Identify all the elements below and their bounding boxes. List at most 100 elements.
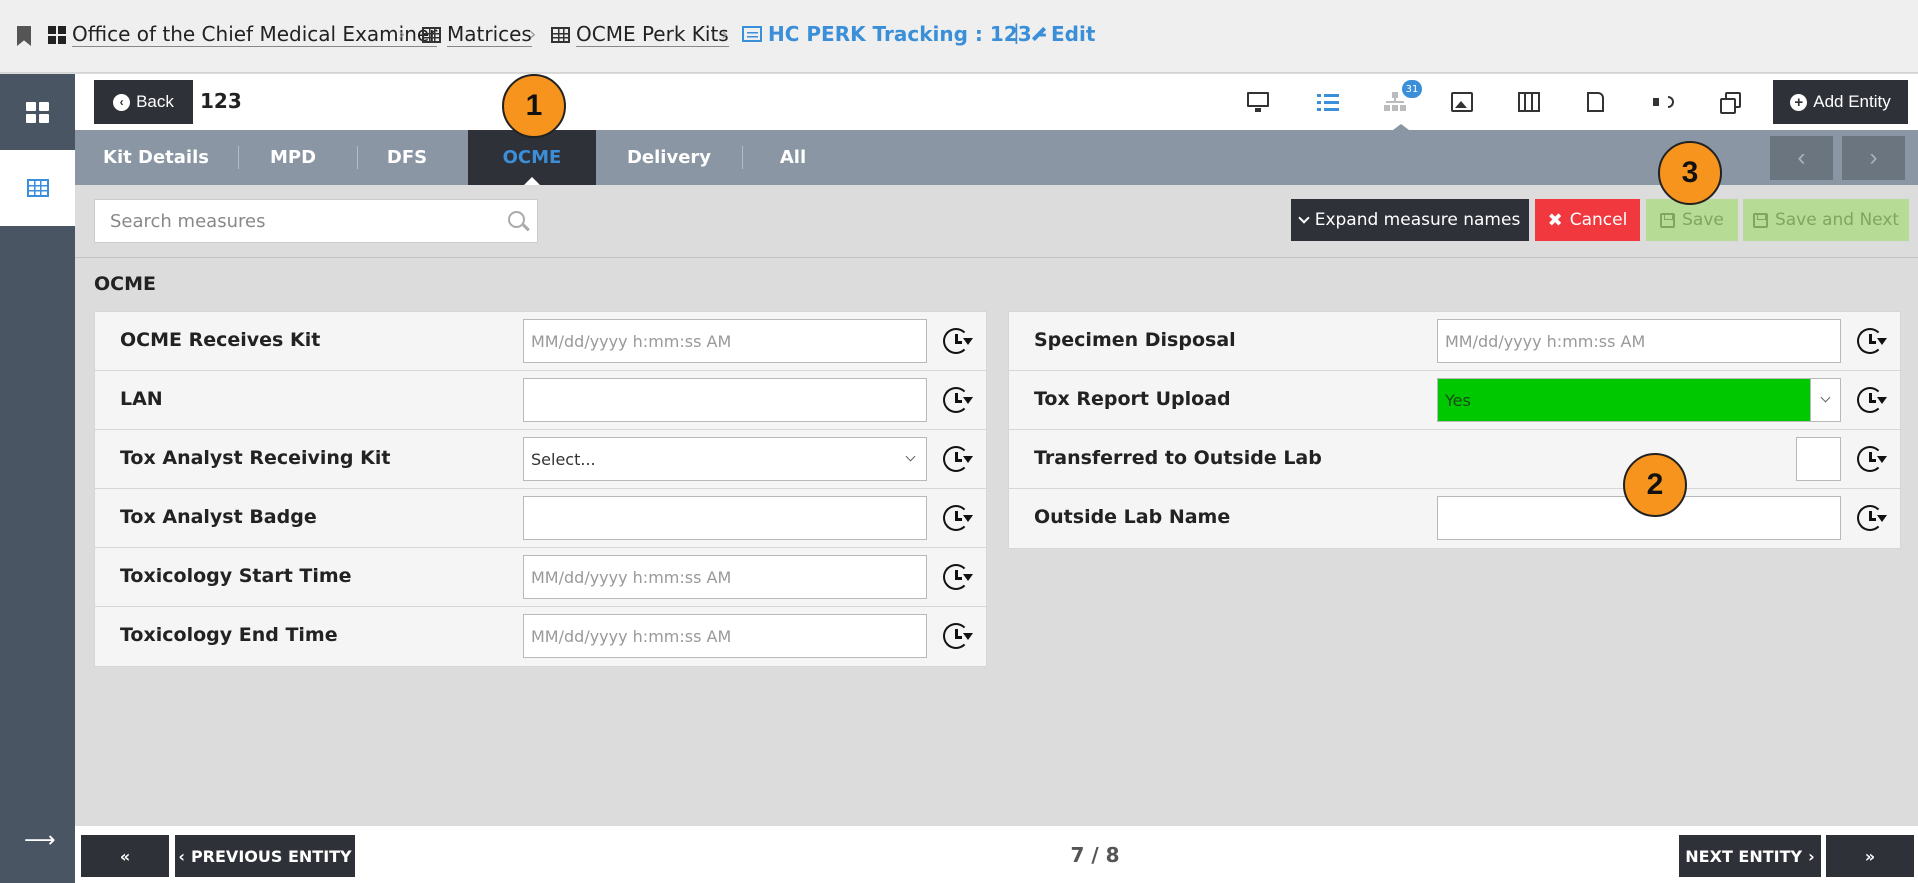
- history-icon[interactable]: [941, 385, 973, 417]
- tab-all[interactable]: All: [743, 130, 843, 185]
- add-entity-button[interactable]: + Add Entity: [1773, 80, 1908, 124]
- prev-page-button[interactable]: ‹: [1770, 136, 1833, 180]
- cancel-label: Cancel: [1569, 210, 1628, 230]
- measure-row: Tox Analyst Badge: [95, 489, 986, 548]
- tab-mpd[interactable]: MPD: [239, 130, 347, 185]
- section-title: OCME: [94, 273, 156, 295]
- measure-label: Outside Lab Name: [1034, 506, 1231, 528]
- chevron-down-icon[interactable]: [1810, 379, 1840, 421]
- pencil-icon: [1032, 27, 1046, 41]
- measure-label: Tox Report Upload: [1034, 388, 1231, 410]
- close-icon: ✖: [1547, 209, 1563, 231]
- plus-icon: +: [1790, 93, 1808, 111]
- monitor-icon[interactable]: [1247, 92, 1269, 112]
- measure-row: Tox Analyst Receiving Kit Select...: [95, 430, 986, 489]
- tab-delivery[interactable]: Delivery: [596, 130, 742, 185]
- breadcrumb-pipe: |: [1013, 20, 1020, 44]
- measure-row: Transferred to Outside Lab: [1009, 430, 1900, 489]
- expand-measure-names-button[interactable]: Expand measure names: [1291, 199, 1529, 241]
- tab-bar: Kit Details MPD DFS OCME Delivery All ‹ …: [75, 130, 1918, 185]
- transferred-outside-lab-checkbox[interactable]: [1796, 437, 1841, 481]
- action-row: Expand measure names ✖ Cancel Save Save …: [75, 185, 1918, 258]
- search-icon[interactable]: [508, 211, 525, 228]
- next-entity-button[interactable]: NEXT ENTITY ›: [1679, 835, 1821, 877]
- rail-dashboard-button[interactable]: [0, 74, 75, 150]
- callout-marker: 2: [1623, 453, 1687, 517]
- ocme-receives-kit-input[interactable]: MM/dd/yyyy h:mm:ss AM: [523, 319, 927, 363]
- measure-label: Toxicology End Time: [120, 624, 338, 646]
- save-and-next-button[interactable]: Save and Next: [1743, 199, 1909, 241]
- table-icon: [551, 26, 570, 43]
- film-icon[interactable]: [1518, 92, 1540, 112]
- file-icon[interactable]: [1587, 92, 1604, 112]
- image-icon[interactable]: [1451, 92, 1473, 112]
- specimen-disposal-input[interactable]: MM/dd/yyyy h:mm:ss AM: [1437, 319, 1841, 363]
- history-icon[interactable]: [1855, 444, 1887, 476]
- chevron-right-icon: ›: [398, 24, 406, 45]
- lan-input[interactable]: [523, 378, 927, 422]
- measure-row: Toxicology Start Time MM/dd/yyyy h:mm:ss…: [95, 548, 986, 607]
- history-icon[interactable]: [941, 444, 973, 476]
- history-icon[interactable]: [941, 562, 973, 594]
- edit-link[interactable]: Edit: [1032, 22, 1095, 46]
- breadcrumb-label[interactable]: Office of the Chief Medical Examiner: [72, 22, 438, 47]
- previous-entity-label: PREVIOUS ENTITY: [190, 846, 352, 866]
- edit-label[interactable]: Edit: [1051, 22, 1095, 46]
- tab-dfs[interactable]: DFS: [358, 130, 456, 185]
- measure-row: Tox Report Upload Yes: [1009, 371, 1900, 430]
- bookmark-icon[interactable]: [17, 26, 31, 46]
- history-icon[interactable]: [941, 326, 973, 358]
- toxicology-start-time-input[interactable]: MM/dd/yyyy h:mm:ss AM: [523, 555, 927, 599]
- cancel-button[interactable]: ✖ Cancel: [1535, 199, 1640, 241]
- back-button[interactable]: ‹ Back: [94, 80, 193, 124]
- breadcrumb-item-matrices[interactable]: Matrices: [422, 22, 532, 47]
- tox-report-upload-select[interactable]: Yes: [1437, 378, 1841, 422]
- save-button[interactable]: Save: [1646, 199, 1738, 241]
- breadcrumb-label[interactable]: OCME Perk Kits: [576, 22, 729, 47]
- callout-marker: 3: [1658, 141, 1722, 205]
- table-icon: [422, 26, 441, 43]
- measure-row: Outside Lab Name: [1009, 489, 1900, 548]
- measure-label: OCME Receives Kit: [120, 329, 321, 351]
- entity-toolbar: ‹ Back 123 31 + Add Entity: [75, 74, 1918, 130]
- last-entity-button[interactable]: »: [1826, 835, 1914, 877]
- measure-label: Transferred to Outside Lab: [1034, 447, 1322, 469]
- previous-entity-button[interactable]: ‹ PREVIOUS ENTITY: [175, 835, 355, 877]
- breadcrumb-label[interactable]: Matrices: [447, 22, 532, 47]
- breadcrumb: Office of the Chief Medical Examiner › M…: [0, 0, 1918, 73]
- list-view-icon[interactable]: [1317, 92, 1339, 112]
- history-icon[interactable]: [941, 503, 973, 535]
- chevron-down-icon: [1298, 211, 1310, 224]
- chevron-right-icon: ›: [721, 24, 729, 45]
- next-page-button[interactable]: ›: [1842, 136, 1905, 180]
- back-arrow-icon: ‹: [113, 93, 131, 111]
- chevron-right-icon: ›: [1808, 846, 1815, 866]
- expand-arrow-icon[interactable]: ⟶: [24, 828, 56, 853]
- copy-icon[interactable]: [1720, 92, 1741, 114]
- measure-label: Tox Analyst Receiving Kit: [120, 447, 391, 469]
- tox-analyst-badge-input[interactable]: [523, 496, 927, 540]
- tab-kit-details[interactable]: Kit Details: [75, 130, 237, 185]
- breadcrumb-item-ocme[interactable]: Office of the Chief Medical Examiner: [48, 22, 438, 47]
- speaker-icon[interactable]: [1653, 92, 1675, 112]
- search-box: [94, 199, 538, 243]
- history-icon[interactable]: [1855, 503, 1887, 535]
- first-entity-button[interactable]: «: [81, 835, 169, 877]
- save-next-label: Save and Next: [1774, 210, 1900, 230]
- history-icon[interactable]: [1855, 326, 1887, 358]
- breadcrumb-item-current: HC PERK Tracking : 123 -: [742, 22, 1047, 46]
- measure-row: LAN: [95, 371, 986, 430]
- tab-ocme[interactable]: OCME: [468, 130, 596, 185]
- rail-table-button[interactable]: [0, 150, 75, 226]
- search-input[interactable]: [95, 200, 537, 242]
- history-icon[interactable]: [941, 621, 973, 653]
- select-value: Yes: [1445, 390, 1471, 410]
- toxicology-end-time-input[interactable]: MM/dd/yyyy h:mm:ss AM: [523, 614, 927, 658]
- history-icon[interactable]: [1855, 385, 1887, 417]
- back-label: Back: [136, 92, 174, 111]
- breadcrumb-label: HC PERK Tracking : 123 -: [768, 22, 1047, 46]
- tox-analyst-receiving-kit-select[interactable]: Select...: [523, 437, 927, 481]
- add-entity-label: Add Entity: [1813, 92, 1891, 111]
- hierarchy-icon[interactable]: [1384, 92, 1406, 112]
- breadcrumb-item-perk-kits[interactable]: OCME Perk Kits: [551, 22, 729, 47]
